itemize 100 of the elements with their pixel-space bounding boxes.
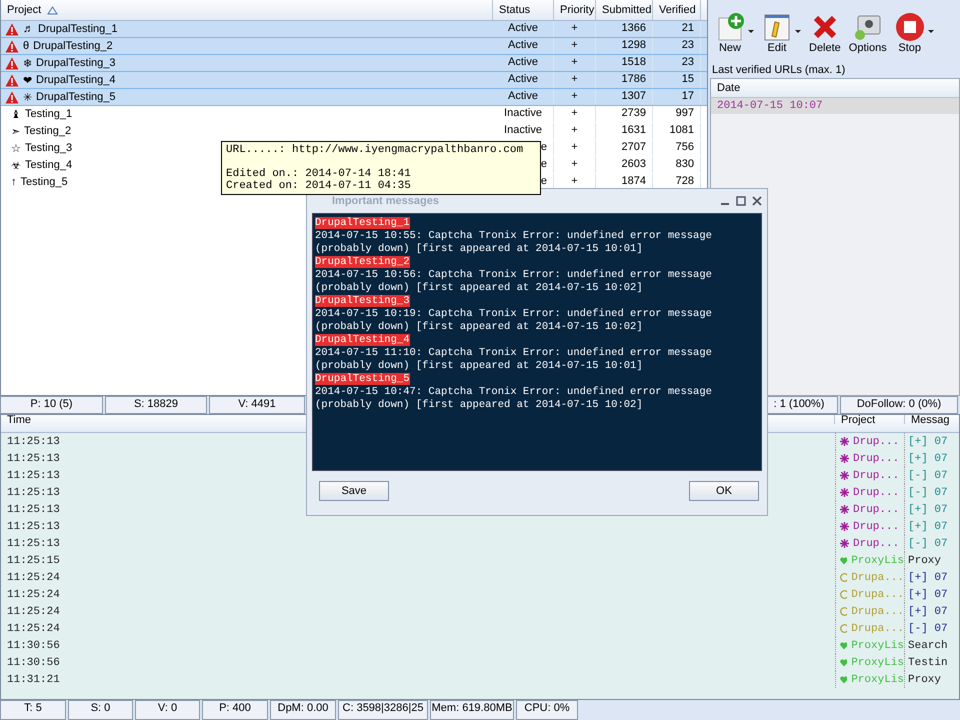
- project-icon: ✳: [23, 90, 32, 104]
- error-message: 2014-07-15 10:19: Captcha Tronix Error: undefined error message (probably down) [first appeared at 2014-07-15 10:02]: [315, 308, 713, 334]
- column-header[interactable]: Priority: [554, 0, 596, 20]
- tooltip: URL.....: http://www.iyengmacrypalthbanro.com Edited on.: 2014-07-14 18:41 Created on: 2014-07-11 04:35: [221, 141, 541, 195]
- verified-cell: 756: [653, 140, 701, 156]
- project-label: DrupalTesting_5: [315, 373, 410, 385]
- toolbar-button[interactable]: Stop: [894, 12, 935, 54]
- submitted-cell: 1518: [596, 55, 653, 71]
- submitted-cell: 1786: [596, 72, 653, 88]
- priority-cell: +: [554, 21, 596, 37]
- log-message: Proxy: [908, 674, 942, 686]
- log-project: ProxyLis: [851, 674, 904, 686]
- column-header[interactable]: Submitted: [596, 0, 653, 20]
- status-field: S: 18829: [105, 396, 207, 414]
- log-time: 11:25:24: [7, 572, 60, 584]
- priority-cell: +: [554, 38, 596, 54]
- project-row[interactable]: ❤ DrupalTesting_4 Active + 1786 15: [1, 72, 707, 89]
- toolbar-button[interactable]: New: [714, 12, 755, 54]
- submitted-cell: 1631: [596, 123, 653, 139]
- status-field: S: 0: [68, 700, 133, 720]
- log-time: 11:25:13: [7, 470, 60, 482]
- project-label: DrupalTesting_1: [315, 217, 410, 229]
- project-icon: ☣: [11, 158, 21, 172]
- log-project: Drup...: [853, 504, 900, 516]
- toolbar-button[interactable]: Edit: [761, 12, 802, 54]
- project-row[interactable]: ♬ DrupalTesting_1 Active + 1366 21: [1, 21, 707, 38]
- submitted-cell: 1298: [596, 38, 653, 54]
- log-message: [+] 07: [908, 504, 948, 516]
- submitted-cell: 1366: [596, 21, 653, 37]
- priority-cell: +: [554, 140, 596, 156]
- log-project: Drupa...: [851, 572, 904, 584]
- priority-cell: +: [554, 123, 596, 139]
- project-name: Testing_2: [24, 125, 72, 137]
- dialog-button[interactable]: OK: [689, 481, 759, 501]
- error-message: 2014-07-15 10:56: Captcha Tronix Error: undefined error message (probably down) [first appeared at 2014-07-15 10:02]: [315, 269, 713, 295]
- project-row[interactable]: ❄ DrupalTesting_3 Active + 1518 23: [1, 55, 707, 72]
- log-message: Testin: [908, 657, 948, 669]
- submitted-cell: 1307: [596, 89, 653, 105]
- project-icon: θ: [23, 40, 30, 52]
- verified-cell: 15: [653, 72, 701, 88]
- column-header[interactable]: Messag: [905, 415, 959, 424]
- panel-title: Last verified URLs (max. 1): [711, 63, 846, 78]
- status-field: C: 3598|3286|25: [338, 700, 428, 720]
- project-name: DrupalTesting_1: [38, 23, 118, 35]
- log-time: 11:25:24: [7, 589, 60, 601]
- column-header[interactable]: Project: [1, 0, 493, 20]
- caret-icon: [748, 30, 754, 34]
- status-field: DoFollow: 0 (0%): [840, 396, 958, 414]
- log-time: 11:25:13: [7, 521, 60, 533]
- project-icon: ♝: [11, 108, 21, 120]
- project-name: Testing_1: [25, 108, 72, 120]
- verified-cell: 23: [653, 55, 701, 71]
- log-time: 11:30:56: [7, 657, 60, 669]
- status-cell: Active: [493, 38, 554, 54]
- status-cell: Active: [493, 89, 554, 105]
- close-icon[interactable]: [752, 196, 762, 206]
- project-name: Testing_4: [25, 159, 72, 171]
- maximize-icon[interactable]: [736, 196, 746, 206]
- project-icon: ♬: [23, 23, 34, 35]
- toolbar-button[interactable]: Delete: [808, 12, 842, 54]
- project-row[interactable]: θ DrupalTesting_2 Active + 1298 23: [1, 38, 707, 55]
- project-icon: ↑: [11, 176, 16, 188]
- priority-cell: +: [554, 106, 596, 122]
- submitted-cell: 2707: [596, 140, 653, 156]
- log-time: 11:25:15: [7, 555, 60, 567]
- error-message: 2014-07-15 10:55: Captcha Tronix Error: undefined error message (probably down) [first appeared at 2014-07-15 10:01]: [315, 230, 713, 256]
- toolbar-button[interactable]: Options: [848, 12, 888, 54]
- priority-cell: +: [554, 55, 596, 71]
- column-header[interactable]: Date: [711, 79, 959, 98]
- project-name: Testing_5: [20, 176, 68, 188]
- date-row[interactable]: 2014-07-15 10:07: [711, 98, 959, 114]
- priority-cell: +: [554, 157, 596, 173]
- log-message: [-] 07: [908, 470, 948, 482]
- log-message: [+] 07: [908, 606, 948, 618]
- error-message: 2014-07-15 11:10: Captcha Tronix Error: undefined error message (probably down) [first appeared at 2014-07-15 10:01]: [315, 347, 713, 373]
- priority-cell: +: [554, 89, 596, 105]
- log-project: ProxyLis: [851, 640, 904, 652]
- verified-cell: 997: [653, 106, 701, 122]
- column-header[interactable]: Status: [493, 0, 554, 20]
- sort-ascending-icon: [47, 6, 58, 14]
- project-name: DrupalTesting_4: [36, 74, 116, 86]
- column-header[interactable]: Verified: [653, 0, 701, 20]
- log-time: 11:30:56: [7, 640, 60, 652]
- dialog-button[interactable]: Save: [319, 481, 389, 501]
- caret-icon: [795, 30, 801, 34]
- log-project: Drupa...: [851, 622, 904, 634]
- error-message: 2014-07-15 10:47: Captcha Tronix Error: undefined error message (probably down) [first appeared at 2014-07-15 10:02]: [315, 386, 713, 412]
- edit-pencil-icon: [762, 12, 792, 42]
- log-time: 11:25:13: [7, 487, 60, 499]
- project-icon: ☆: [11, 142, 21, 154]
- verified-cell: 830: [653, 157, 701, 173]
- status-field: P: 10 (5): [0, 396, 103, 414]
- log-project: Drup...: [853, 436, 900, 448]
- log-time: 11:25:13: [7, 504, 60, 516]
- project-name: Testing_3: [25, 142, 72, 154]
- log-message: [+] 07: [908, 436, 948, 448]
- log-time: 11:25:24: [7, 606, 60, 618]
- project-icon: ➣: [11, 124, 20, 138]
- log-project: Drupa...: [851, 606, 904, 618]
- project-row[interactable]: ✳ DrupalTesting_5 Active + 1307 17: [1, 89, 707, 106]
